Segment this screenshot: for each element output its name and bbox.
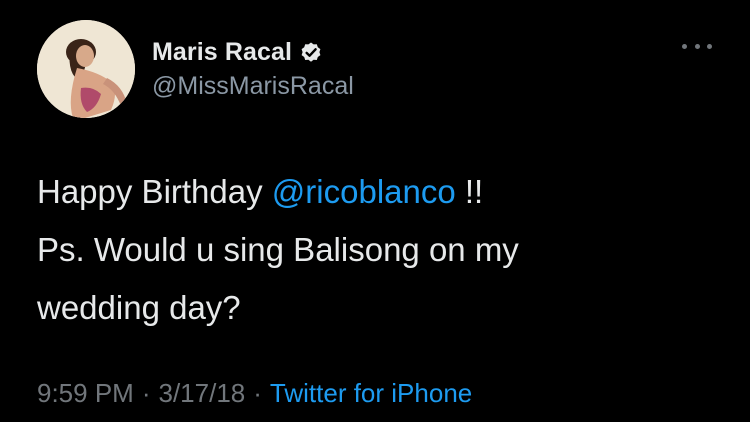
- avatar[interactable]: [37, 20, 135, 118]
- tweet-line-2: Ps. Would u sing Balisong on my: [37, 231, 519, 268]
- tweet-line-3: wedding day?: [37, 289, 241, 326]
- user-handle[interactable]: @MissMarisRacal: [152, 72, 354, 101]
- more-options-icon[interactable]: [682, 40, 712, 52]
- tweet-card: Maris Racal @MissMarisRacal Happy Birthd…: [0, 0, 750, 422]
- tweet-date[interactable]: 3/17/18: [159, 378, 246, 408]
- meta-separator: ·: [141, 378, 151, 408]
- tweet-meta: 9:59 PM · 3/17/18 · Twitter for iPhone: [37, 378, 472, 409]
- verified-badge-icon: [299, 40, 323, 64]
- tweet-line-1: Happy Birthday @ricoblanco !!: [37, 163, 727, 221]
- tweet-source-link[interactable]: Twitter for iPhone: [270, 378, 472, 408]
- tweet-text: Happy Birthday @ricoblanco !! Ps. Would …: [37, 163, 727, 337]
- mention-link[interactable]: @ricoblanco: [272, 173, 456, 210]
- meta-separator-2: ·: [253, 378, 262, 408]
- tweet-line-1-suffix: !!: [455, 173, 484, 210]
- tweet-time[interactable]: 9:59 PM: [37, 378, 134, 408]
- tweet-line-1-prefix: Happy Birthday: [37, 173, 272, 210]
- avatar-photo: [37, 20, 135, 118]
- author-name-row[interactable]: Maris Racal: [152, 36, 323, 68]
- display-name[interactable]: Maris Racal: [152, 38, 292, 67]
